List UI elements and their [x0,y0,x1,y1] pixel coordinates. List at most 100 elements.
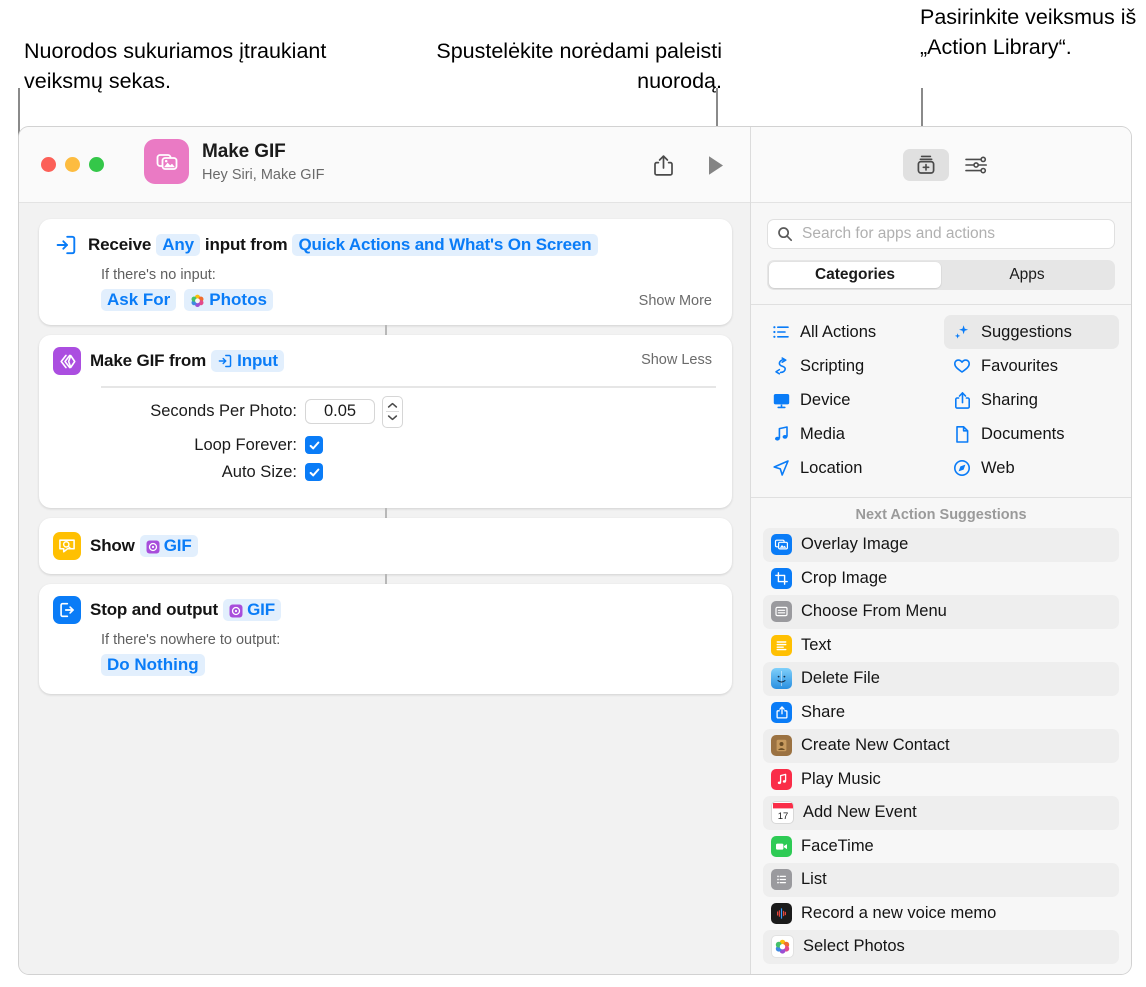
list-item[interactable]: Create New Contact [763,729,1119,763]
list-item[interactable]: Play Music [763,763,1119,797]
list-item-label: Delete File [801,669,880,688]
callout-text-left: Nuorodos sukuriamos įtraukiant veiksmų s… [24,36,364,96]
music-icon [771,769,792,790]
action-connector [385,574,387,584]
token-photos-label: Photos [209,290,267,310]
calendar-icon: 17 [771,801,794,824]
list-item[interactable]: Text [763,629,1119,663]
share-button[interactable] [647,149,679,181]
token-gif-show[interactable]: GIF [140,535,198,557]
action-header-row: Stop and output GIF [53,596,716,624]
token-input[interactable]: Input [211,350,284,372]
category-all-actions[interactable]: All Actions [763,315,938,349]
action-header-row: Receive Any input from Quick Actions and… [53,231,716,259]
shortcut-editor-pane: Make GIF Hey Siri, Make GIF [19,127,752,974]
param-label: Loop Forever: [101,436,305,455]
list-item-label: Record a new voice memo [801,904,996,923]
category-documents[interactable]: Documents [944,417,1119,451]
list-item[interactable]: 17 Add New Event [763,796,1119,830]
action-connector [385,325,387,335]
list-item[interactable]: Delete File [763,662,1119,696]
action-card-show[interactable]: Show GIF [39,518,732,574]
category-location[interactable]: Location [763,451,938,485]
library-segmented-control[interactable]: Categories Apps [767,260,1115,290]
action-word: Make GIF from [90,351,206,371]
display-icon [771,391,791,410]
action-library-button[interactable] [903,149,949,181]
library-search-field[interactable] [767,219,1115,249]
category-label: Scripting [800,357,864,376]
tab-apps[interactable]: Apps [941,262,1113,288]
category-scripting[interactable]: Scripting [763,349,938,383]
card-divider [101,386,716,388]
photos-icon [190,293,205,308]
category-favourites[interactable]: Favourites [944,349,1119,383]
maximize-window-button[interactable] [89,157,104,172]
category-suggestions[interactable]: Suggestions [944,315,1119,349]
token-any[interactable]: Any [156,234,200,256]
category-sharing[interactable]: Sharing [944,383,1119,417]
receive-input-icon [217,353,233,369]
list-item-label: Overlay Image [801,535,908,554]
callout-text-middle: Spustelėkite norėdami paleisti nuorodą. [402,36,722,96]
close-window-button[interactable] [41,157,56,172]
token-ask-for[interactable]: Ask For [101,289,176,311]
param-label: Seconds Per Photo: [101,402,305,421]
action-card-receive[interactable]: Receive Any input from Quick Actions and… [39,219,732,325]
action-library-pane: Categories Apps All Actions [750,127,1131,974]
list-item[interactable]: Overlay Image [763,528,1119,562]
show-less-toggle-make-gif[interactable]: Show Less [641,352,712,368]
search-input[interactable] [800,224,1105,244]
action-card-stop-and-output[interactable]: Stop and output GIF [39,584,732,694]
list-item-label: Share [801,703,845,722]
list-item[interactable]: Share [763,696,1119,730]
tab-categories[interactable]: Categories [769,262,941,288]
list-item[interactable]: List [763,863,1119,897]
list-item[interactable]: Record a new voice memo [763,897,1119,931]
shortcuts-window: Make GIF Hey Siri, Make GIF [18,126,1132,975]
list-item[interactable]: FaceTime [763,830,1119,864]
action-text-show: Show GIF [90,535,198,557]
category-label: Web [981,459,1015,478]
photo-stack-icon [144,139,189,184]
scripting-icon [771,357,791,375]
action-word: Stop and output [90,600,218,620]
show-more-toggle-receive[interactable]: Show More [639,293,712,309]
gif-variable-icon [229,603,243,617]
token-input-source[interactable]: Quick Actions and What's On Screen [292,234,597,256]
paper-plane-icon [771,459,791,477]
gif-variable-icon [146,539,160,553]
shortcut-title: Make GIF [202,141,286,163]
list-item[interactable]: Select Photos [763,930,1119,964]
action-word: Show [90,536,135,556]
action-text-stop-and-output: Stop and output GIF [90,599,281,621]
token-do-nothing[interactable]: Do Nothing [101,654,205,676]
action-text-receive: Receive Any input from Quick Actions and… [88,234,598,256]
photos-icon [771,935,794,958]
shortcut-details-button[interactable] [958,149,994,181]
list-item[interactable]: Crop Image [763,562,1119,596]
share-icon [952,391,972,410]
seconds-per-photo-stepper[interactable] [382,396,403,428]
music-note-icon [771,425,791,443]
facetime-icon [771,836,792,857]
list-item[interactable]: Choose From Menu [763,595,1119,629]
share-icon [653,154,674,177]
category-media[interactable]: Media [763,417,938,451]
crop-image-icon [771,568,792,589]
minimize-window-button[interactable] [65,157,80,172]
loop-forever-checkbox[interactable] [305,436,323,454]
token-gif-output[interactable]: GIF [223,599,281,621]
list-item-label: List [801,870,827,889]
auto-size-checkbox[interactable] [305,463,323,481]
category-web[interactable]: Web [944,451,1119,485]
action-card-make-gif[interactable]: Make GIF from Input [39,335,732,508]
seconds-per-photo-input[interactable]: 0.05 [305,399,375,424]
param-seconds-per-photo: Seconds Per Photo: 0.05 [53,396,716,428]
category-device[interactable]: Device [763,383,938,417]
stepper-divider [386,411,399,412]
run-shortcut-button[interactable] [700,149,732,181]
token-photos[interactable]: Photos [184,289,273,311]
receive-fallback-tokens: Ask For [101,289,716,311]
chevrons-icon [53,347,81,375]
